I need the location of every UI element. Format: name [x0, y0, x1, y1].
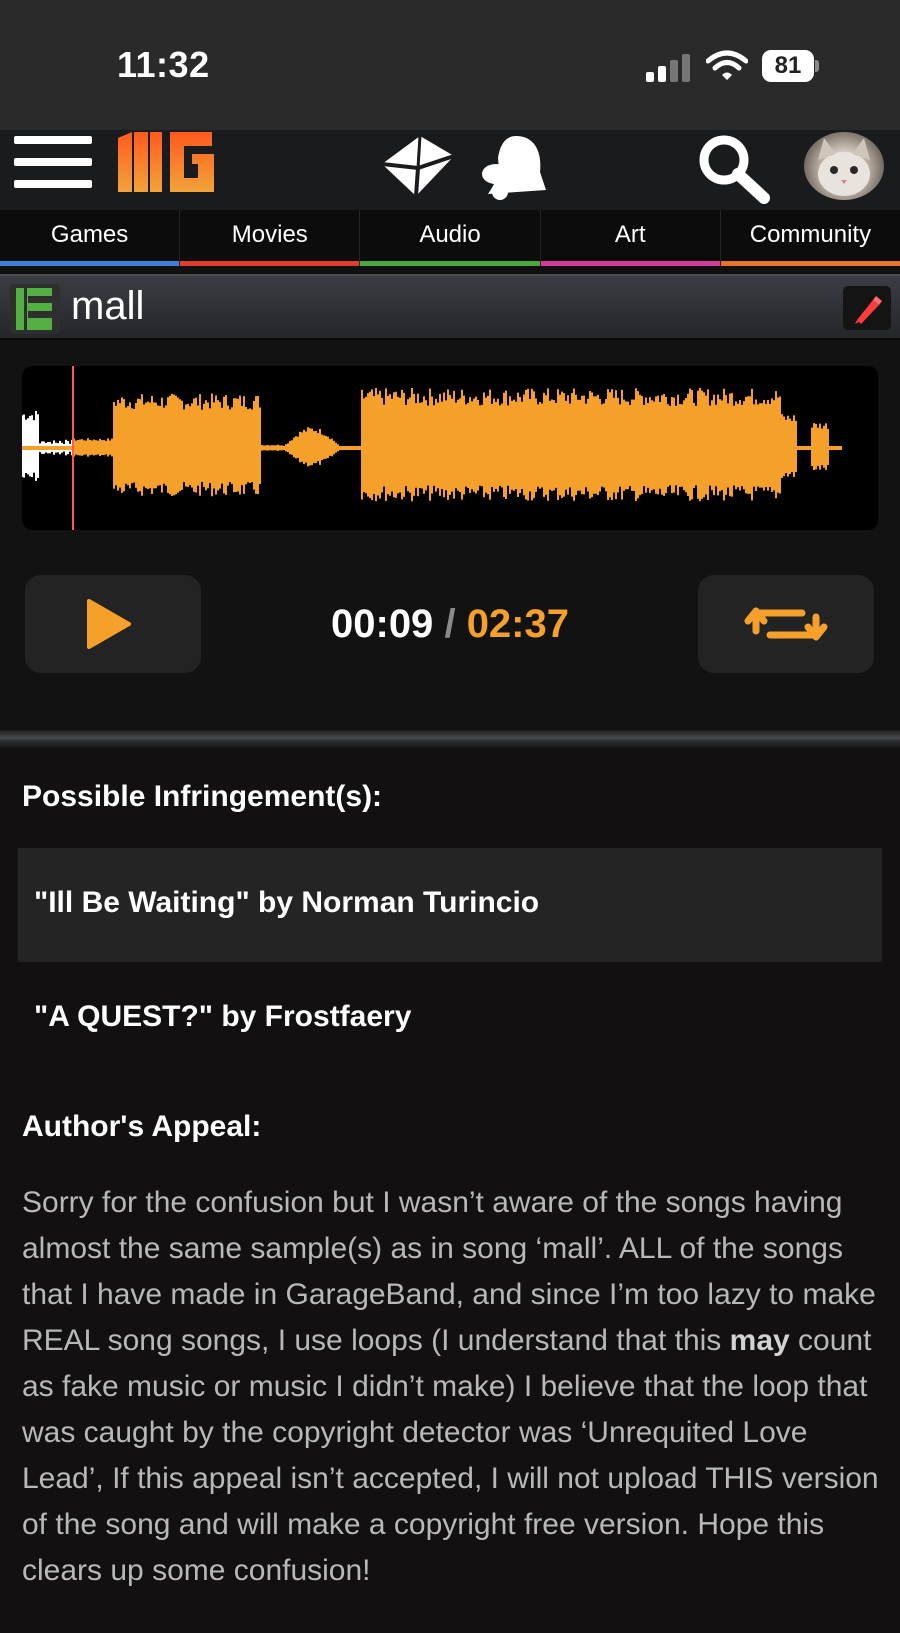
infringement-label: "A QUEST?" by Frostfaery — [34, 1000, 412, 1033]
newgrounds-logo[interactable] — [118, 132, 216, 198]
tab-art[interactable]: Art — [540, 210, 721, 266]
status-time: 11:32 — [117, 44, 210, 85]
appeal-text: Sorry for the confusion but I wasn’t awa… — [22, 1180, 890, 1594]
infringements-heading: Possible Infringement(s): — [22, 780, 383, 813]
tab-label: Community — [749, 221, 872, 248]
tab-games[interactable]: Games — [0, 210, 181, 266]
appeal-heading: Author's Appeal: — [22, 1110, 262, 1143]
waveform-scrubber[interactable] — [22, 366, 878, 530]
status-bar: 11:32 81 — [0, 0, 900, 130]
mail-icon[interactable] — [378, 134, 456, 200]
site-header — [0, 130, 900, 210]
tab-label: Games — [50, 221, 129, 248]
infringement-item[interactable]: "A QUEST?" by Frostfaery — [18, 962, 882, 1076]
play-button[interactable] — [25, 575, 201, 673]
audio-player: 00:09 / 02:37 — [0, 340, 900, 730]
page-title: mall — [71, 284, 145, 328]
appeal-emphasis: may — [729, 1324, 790, 1357]
cellular-signal-icon — [646, 54, 692, 82]
bell-icon[interactable] — [476, 134, 548, 202]
tab-audio[interactable]: Audio — [360, 210, 541, 266]
tab-label: Art — [614, 221, 646, 248]
tab-label: Audio — [419, 221, 481, 248]
hamburger-menu-icon[interactable] — [14, 136, 92, 192]
section-divider — [0, 730, 900, 748]
play-icon — [87, 599, 131, 649]
tab-movies[interactable]: Movies — [180, 210, 361, 266]
current-time: 00:09 — [331, 602, 434, 646]
song-title-bar: mall — [0, 274, 900, 340]
genre-icon — [10, 284, 60, 334]
tab-label: Movies — [231, 221, 308, 248]
appeal-text-part: count as fake music or music I didn’t ma… — [22, 1324, 879, 1587]
battery-level: 81 — [762, 50, 814, 82]
infringement-label: "Ill Be Waiting" by Norman Turincio — [34, 886, 540, 919]
category-nav: Games Movies Audio Art Community — [0, 210, 900, 266]
search-icon[interactable] — [694, 134, 774, 204]
time-readout: 00:09 / 02:37 — [300, 602, 600, 647]
repeat-button[interactable] — [698, 575, 874, 673]
tab-community[interactable]: Community — [720, 210, 900, 266]
infringement-item[interactable]: "Ill Be Waiting" by Norman Turincio — [18, 848, 882, 962]
pencil-icon — [855, 296, 882, 324]
edit-button[interactable] — [843, 286, 891, 330]
time-separator: / — [444, 602, 456, 646]
avatar[interactable] — [804, 132, 884, 200]
duration: 02:37 — [466, 602, 569, 646]
wifi-icon — [705, 50, 749, 82]
battery-icon: 81 — [762, 50, 819, 82]
repeat-icon — [744, 607, 828, 641]
